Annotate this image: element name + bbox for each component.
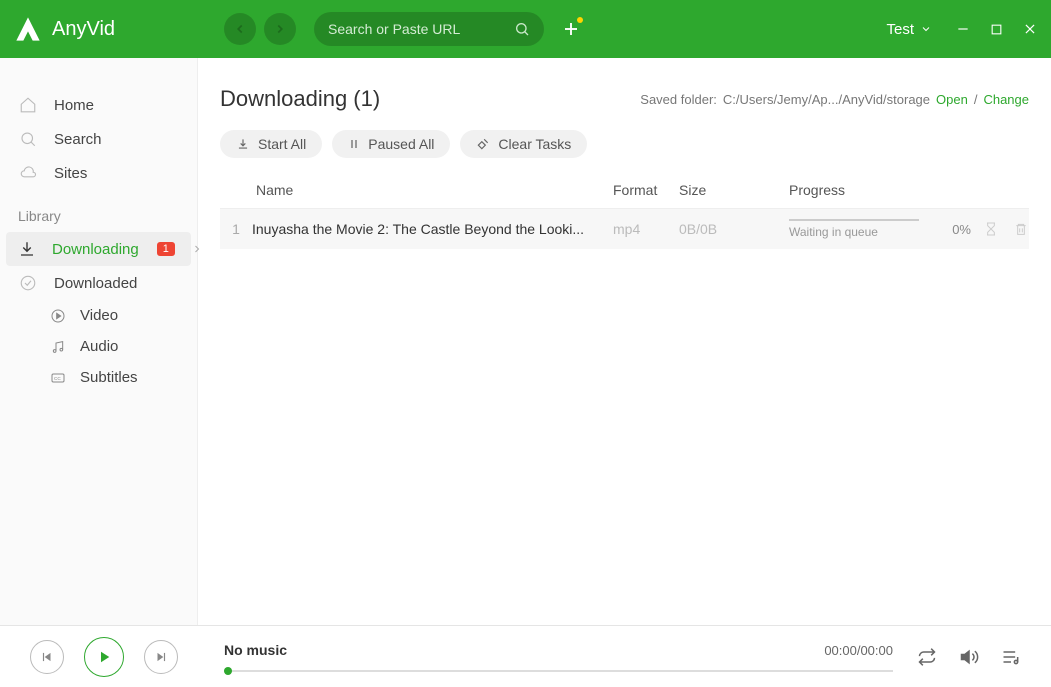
app-header: AnyVid Test — [0, 0, 1051, 58]
sidebar-item-label: Downloading — [52, 241, 139, 258]
cloud-icon — [18, 164, 38, 182]
separator: / — [974, 92, 978, 107]
sidebar-item-home[interactable]: Home — [0, 88, 197, 122]
col-format: Format — [613, 182, 679, 198]
seek-handle-icon[interactable] — [224, 667, 232, 675]
playlist-button[interactable] — [1001, 647, 1021, 667]
volume-button[interactable] — [959, 647, 979, 667]
col-progress: Progress — [789, 182, 1029, 198]
sidebar-item-label: Sites — [54, 165, 179, 182]
button-label: Clear Tasks — [498, 136, 571, 152]
search-box[interactable] — [314, 12, 544, 46]
forward-button[interactable] — [264, 13, 296, 45]
add-button[interactable] — [562, 20, 580, 38]
logo: AnyVid — [14, 15, 214, 43]
minimize-button[interactable] — [956, 22, 970, 36]
sidebar-item-search[interactable]: Search — [0, 122, 197, 156]
app-name: AnyVid — [52, 18, 115, 41]
count-badge: 1 — [157, 242, 175, 256]
player-seek[interactable] — [224, 670, 893, 672]
music-icon — [50, 339, 66, 355]
sidebar-item-label: Downloaded — [54, 275, 179, 292]
row-name: Inuyasha the Movie 2: The Castle Beyond … — [252, 221, 613, 237]
row-index: 1 — [220, 221, 252, 237]
download-icon — [18, 240, 36, 258]
progress-percent: 0% — [952, 222, 971, 237]
button-label: Start All — [258, 136, 306, 152]
hourglass-icon[interactable] — [983, 221, 999, 237]
prev-track-button[interactable] — [30, 640, 64, 674]
download-small-icon — [236, 137, 250, 151]
change-folder-link[interactable]: Change — [983, 92, 1029, 107]
app-logo-icon — [14, 15, 42, 43]
button-label: Paused All — [368, 136, 434, 152]
pause-all-button[interactable]: Paused All — [332, 130, 450, 158]
folder-label: Saved folder: — [640, 92, 717, 107]
progress-status: Waiting in queue — [789, 225, 940, 239]
player-title: No music — [224, 642, 287, 658]
check-circle-icon — [18, 274, 38, 292]
saved-folder-info: Saved folder: C:/Users/Jemy/Ap.../AnyVid… — [640, 92, 1029, 107]
player-time: 00:00/00:00 — [824, 643, 893, 658]
open-folder-link[interactable]: Open — [936, 92, 968, 107]
user-menu[interactable]: Test — [886, 21, 932, 38]
start-all-button[interactable]: Start All — [220, 130, 322, 158]
sidebar-item-label: Home — [54, 97, 179, 114]
sidebar-item-sites[interactable]: Sites — [0, 156, 197, 190]
delete-icon[interactable] — [1013, 221, 1029, 237]
pause-icon — [348, 138, 360, 150]
chevron-down-icon — [920, 23, 932, 35]
broom-icon — [476, 137, 490, 151]
row-size: 0B/0B — [679, 221, 789, 237]
sidebar-sub-subtitles[interactable]: CC Subtitles — [0, 362, 197, 393]
sidebar-sub-audio[interactable]: Audio — [0, 331, 197, 362]
search-input[interactable] — [328, 21, 514, 37]
col-name: Name — [252, 182, 613, 198]
download-row[interactable]: 1 Inuyasha the Movie 2: The Castle Beyon… — [220, 209, 1029, 249]
sidebar-sub-label: Audio — [80, 338, 118, 355]
sidebar-item-label: Search — [54, 131, 179, 148]
progress-bar — [789, 219, 919, 221]
close-button[interactable] — [1023, 22, 1037, 36]
player-bar: No music 00:00/00:00 — [0, 625, 1051, 687]
notification-dot-icon — [577, 17, 583, 23]
sidebar-item-downloaded[interactable]: Downloaded — [0, 266, 197, 300]
svg-text:CC: CC — [54, 376, 61, 381]
col-size: Size — [679, 182, 789, 198]
table-header: Name Format Size Progress — [220, 172, 1029, 209]
repeat-button[interactable] — [917, 647, 937, 667]
cc-icon: CC — [50, 370, 66, 386]
main-panel: Downloading (1) Saved folder: C:/Users/J… — [198, 58, 1051, 625]
back-button[interactable] — [224, 13, 256, 45]
play-circle-icon — [50, 308, 66, 324]
sidebar: Home Search Sites Library Downloading 1 … — [0, 58, 198, 625]
sidebar-sub-video[interactable]: Video — [0, 300, 197, 331]
next-track-button[interactable] — [144, 640, 178, 674]
page-title: Downloading (1) — [220, 86, 380, 112]
search-sidebar-icon — [18, 130, 38, 148]
user-label: Test — [886, 21, 914, 38]
sidebar-item-downloading[interactable]: Downloading 1 — [6, 232, 191, 266]
clear-tasks-button[interactable]: Clear Tasks — [460, 130, 587, 158]
home-icon — [18, 96, 38, 114]
folder-path: C:/Users/Jemy/Ap.../AnyVid/storage — [723, 92, 930, 107]
sidebar-sub-label: Video — [80, 307, 118, 324]
sidebar-sub-label: Subtitles — [80, 369, 138, 386]
section-title-library: Library — [0, 190, 197, 232]
row-format: mp4 — [613, 221, 679, 237]
search-icon[interactable] — [514, 21, 530, 37]
play-button[interactable] — [84, 637, 124, 677]
maximize-button[interactable] — [990, 22, 1003, 36]
